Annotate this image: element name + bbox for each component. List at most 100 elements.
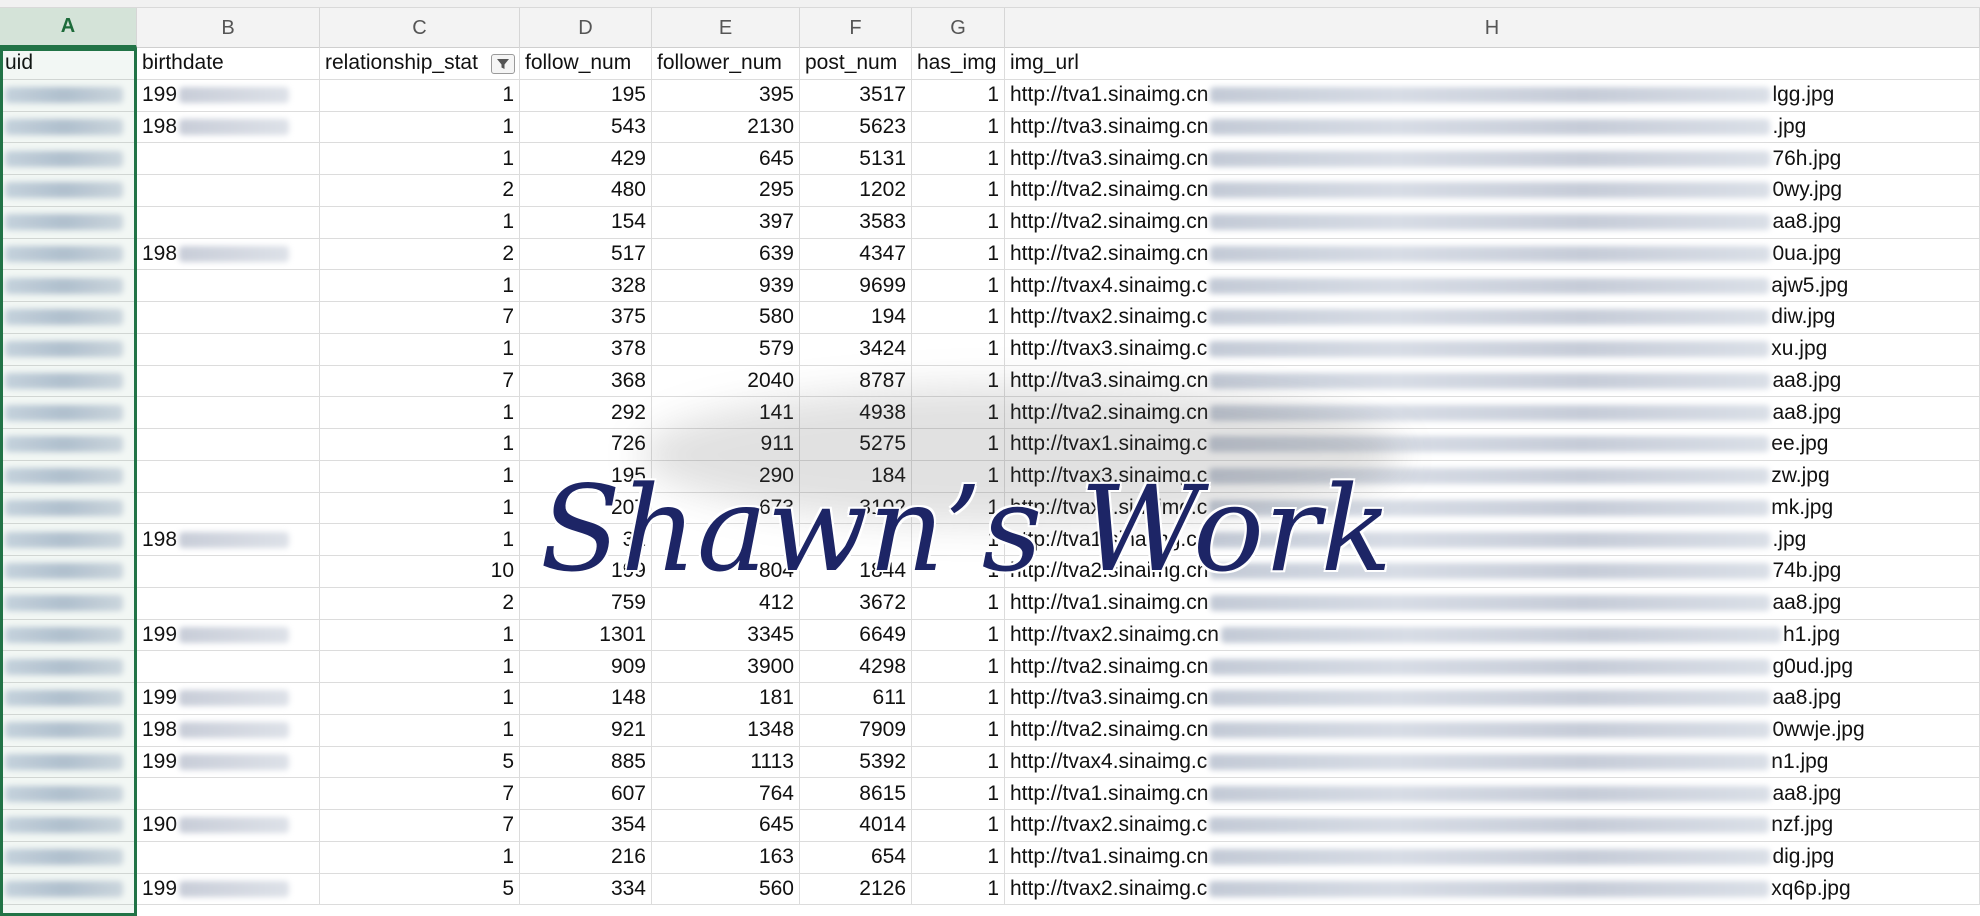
follow-num-cell[interactable]: 1301: [520, 619, 652, 651]
column-header-e[interactable]: E: [652, 8, 800, 48]
img-url-cell[interactable]: http://tva3.sinaimg.cn aa8.jpg: [1005, 683, 1980, 714]
follower-num-cell[interactable]: 764: [652, 778, 800, 809]
img-url-cell[interactable]: http://tvax2.sinaimg.c xq6p.jpg: [1005, 873, 1980, 905]
post-num-cell[interactable]: 194: [800, 302, 912, 333]
follower-num-cell[interactable]: 1113: [652, 746, 800, 778]
follower-num-cell[interactable]: 645: [652, 810, 800, 841]
post-num-cell[interactable]: 611: [800, 683, 912, 714]
follow-num-cell[interactable]: 885: [520, 746, 652, 778]
relationship-cell[interactable]: 1: [320, 492, 520, 524]
relationship-cell[interactable]: 10: [320, 556, 520, 587]
follower-num-cell[interactable]: 181: [652, 683, 800, 714]
has-img-cell[interactable]: 1: [912, 746, 1005, 778]
birthdate-cell[interactable]: 199: [137, 746, 320, 778]
post-num-cell[interactable]: 5623: [800, 111, 912, 143]
post-num-cell[interactable]: 4298: [800, 651, 912, 682]
img-url-cell[interactable]: http://tva2.sinaimg.cn 0wy.jpg: [1005, 175, 1980, 206]
uid-cell[interactable]: [0, 810, 137, 841]
birthdate-cell[interactable]: [137, 397, 320, 428]
relationship-cell[interactable]: 1: [320, 397, 520, 428]
relationship-cell[interactable]: 7: [320, 365, 520, 397]
relationship-cell[interactable]: 1: [320, 111, 520, 143]
relationship-cell[interactable]: 2: [320, 175, 520, 206]
relationship-cell[interactable]: 1: [320, 619, 520, 651]
post-num-cell[interactable]: 4014: [800, 810, 912, 841]
uid-cell[interactable]: [0, 365, 137, 397]
has-img-cell[interactable]: 1: [912, 175, 1005, 206]
header-cell-post-num[interactable]: post_num: [800, 48, 912, 79]
uid-cell[interactable]: [0, 524, 137, 555]
img-url-cell[interactable]: http://tvax4.sinaimg.c ajw5.jpg: [1005, 270, 1980, 301]
relationship-cell[interactable]: 7: [320, 778, 520, 809]
follow-num-cell[interactable]: 378: [520, 333, 652, 365]
img-url-cell[interactable]: http://tva3.sinaimg.cn 76h.jpg: [1005, 143, 1980, 174]
filter-funnel-icon[interactable]: [491, 54, 515, 74]
relationship-cell[interactable]: 1: [320, 79, 520, 111]
follow-num-cell[interactable]: 328: [520, 270, 652, 301]
relationship-cell[interactable]: 7: [320, 810, 520, 841]
post-num-cell[interactable]: 5131: [800, 143, 912, 174]
img-url-cell[interactable]: http://tva2.sinaimg.cn 0wwje.jpg: [1005, 714, 1980, 746]
follower-num-cell[interactable]: 2040: [652, 365, 800, 397]
uid-cell[interactable]: [0, 111, 137, 143]
uid-cell[interactable]: [0, 460, 137, 492]
post-num-cell[interactable]: 5392: [800, 746, 912, 778]
has-img-cell[interactable]: 1: [912, 206, 1005, 238]
has-img-cell[interactable]: 1: [912, 778, 1005, 809]
has-img-cell[interactable]: 1: [912, 238, 1005, 270]
has-img-cell[interactable]: 1: [912, 270, 1005, 301]
follow-num-cell[interactable]: 517: [520, 238, 652, 270]
birthdate-cell[interactable]: [137, 460, 320, 492]
follower-num-cell[interactable]: 295: [652, 175, 800, 206]
relationship-cell[interactable]: 1: [320, 206, 520, 238]
column-header-g[interactable]: G: [912, 8, 1005, 48]
follow-num-cell[interactable]: 368: [520, 365, 652, 397]
birthdate-cell[interactable]: 199: [137, 79, 320, 111]
follow-num-cell[interactable]: 148: [520, 683, 652, 714]
relationship-cell[interactable]: 1: [320, 714, 520, 746]
uid-cell[interactable]: [0, 302, 137, 333]
birthdate-cell[interactable]: [137, 270, 320, 301]
follow-num-cell[interactable]: 154: [520, 206, 652, 238]
relationship-cell[interactable]: 1: [320, 460, 520, 492]
img-url-cell[interactable]: http://tvax3.sinaimg.c xu.jpg: [1005, 333, 1980, 365]
post-num-cell[interactable]: 9699: [800, 270, 912, 301]
relationship-cell[interactable]: 2: [320, 587, 520, 619]
column-header-c[interactable]: C: [320, 8, 520, 48]
relationship-cell[interactable]: 5: [320, 746, 520, 778]
has-img-cell[interactable]: 1: [912, 651, 1005, 682]
birthdate-cell[interactable]: 199: [137, 619, 320, 651]
birthdate-cell[interactable]: [137, 556, 320, 587]
relationship-cell[interactable]: 1: [320, 651, 520, 682]
uid-cell[interactable]: [0, 79, 137, 111]
follower-num-cell[interactable]: 397: [652, 206, 800, 238]
relationship-cell[interactable]: 1: [320, 270, 520, 301]
follow-num-cell[interactable]: 375: [520, 302, 652, 333]
birthdate-cell[interactable]: 190: [137, 810, 320, 841]
relationship-cell[interactable]: 1: [320, 333, 520, 365]
relationship-cell[interactable]: 7: [320, 302, 520, 333]
column-header-f[interactable]: F: [800, 8, 912, 48]
birthdate-cell[interactable]: [137, 492, 320, 524]
header-cell-relationship[interactable]: relationship_stat: [320, 48, 520, 79]
uid-cell[interactable]: [0, 651, 137, 682]
birthdate-cell[interactable]: 199: [137, 683, 320, 714]
relationship-cell[interactable]: 1: [320, 429, 520, 460]
has-img-cell[interactable]: 1: [912, 111, 1005, 143]
relationship-cell[interactable]: 5: [320, 873, 520, 905]
follow-num-cell[interactable]: 726: [520, 429, 652, 460]
birthdate-cell[interactable]: 198: [137, 238, 320, 270]
post-num-cell[interactable]: 654: [800, 841, 912, 873]
header-cell-follower-num[interactable]: follower_num: [652, 48, 800, 79]
follower-num-cell[interactable]: 579: [652, 333, 800, 365]
birthdate-cell[interactable]: [137, 333, 320, 365]
uid-cell[interactable]: [0, 841, 137, 873]
uid-cell[interactable]: [0, 206, 137, 238]
uid-cell[interactable]: [0, 746, 137, 778]
follower-num-cell[interactable]: 580: [652, 302, 800, 333]
birthdate-cell[interactable]: [137, 143, 320, 174]
img-url-cell[interactable]: http://tvax4.sinaimg.c n1.jpg: [1005, 746, 1980, 778]
has-img-cell[interactable]: 1: [912, 302, 1005, 333]
post-num-cell[interactable]: 8615: [800, 778, 912, 809]
birthdate-cell[interactable]: [137, 365, 320, 397]
